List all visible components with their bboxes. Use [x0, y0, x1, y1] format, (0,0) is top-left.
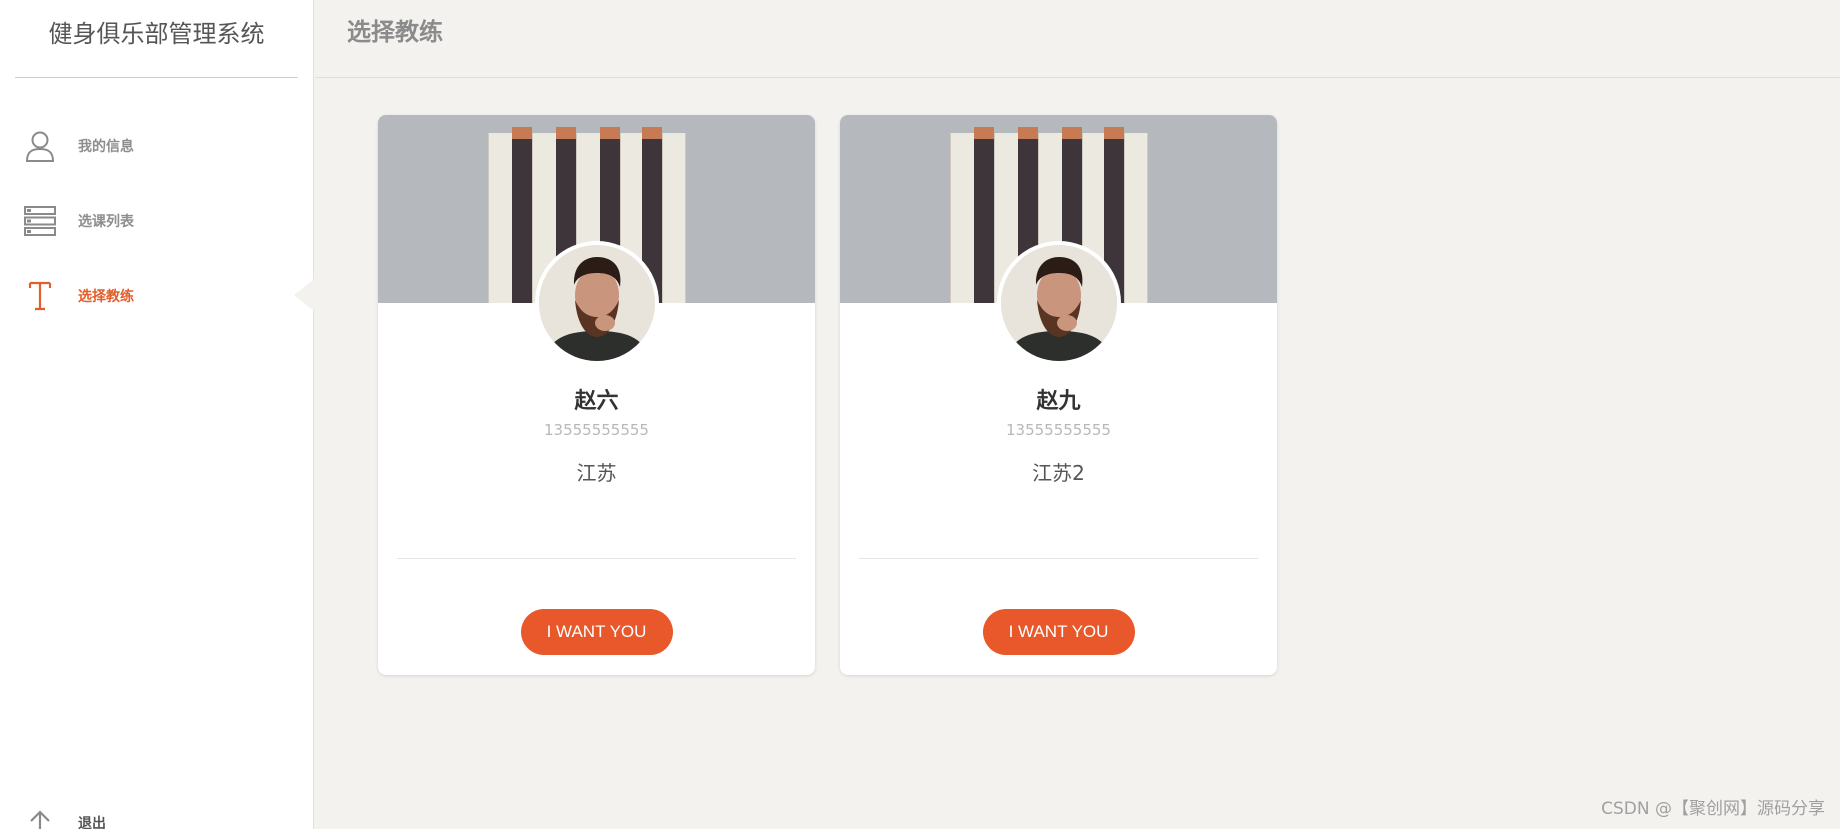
watermark: CSDN @【聚创网】源码分享	[1601, 799, 1825, 819]
sidebar-nav: 我的信息 选课列表 选择教练	[0, 108, 314, 333]
list-icon	[24, 203, 56, 239]
sidebar: 健身俱乐部管理系统 我的信息 选课列表 选择教练 退出	[0, 0, 314, 829]
sidebar-item-label: 选课列表	[78, 213, 134, 230]
sidebar-item-label: 选择教练	[78, 288, 134, 305]
logout-button[interactable]: 退出	[0, 799, 313, 829]
coach-phone: 13555555555	[1006, 421, 1111, 439]
logout-label: 退出	[78, 816, 106, 829]
coach-region: 江苏2	[1032, 461, 1085, 485]
sidebar-item-label: 我的信息	[78, 138, 134, 155]
sidebar-item-choose-coach[interactable]: 选择教练	[0, 258, 314, 333]
app-title: 健身俱乐部管理系统	[15, 0, 298, 78]
coach-name: 赵九	[1036, 389, 1081, 414]
coach-name: 赵六	[574, 389, 619, 414]
coach-avatar	[996, 241, 1121, 365]
coach-card: 赵六 13555555555 江苏 I WANT YOU	[378, 115, 815, 675]
i-want-you-button[interactable]: I WANT YOU	[520, 609, 673, 655]
coach-card: 赵九 13555555555 江苏2 I WANT YOU	[840, 115, 1277, 675]
arrow-up-icon	[24, 805, 56, 829]
divider	[859, 558, 1258, 559]
page-header: 选择教练	[315, 0, 1840, 78]
letter-t-icon	[24, 278, 56, 314]
sidebar-item-my-info[interactable]: 我的信息	[0, 108, 313, 183]
coach-phone: 13555555555	[544, 421, 649, 439]
coach-region: 江苏	[576, 461, 617, 485]
sidebar-item-course-list[interactable]: 选课列表	[0, 183, 313, 258]
page-title: 选择教练	[347, 18, 443, 46]
divider	[397, 558, 796, 559]
user-icon	[24, 128, 56, 164]
i-want-you-button[interactable]: I WANT YOU	[982, 609, 1135, 655]
coach-avatar	[534, 241, 659, 365]
